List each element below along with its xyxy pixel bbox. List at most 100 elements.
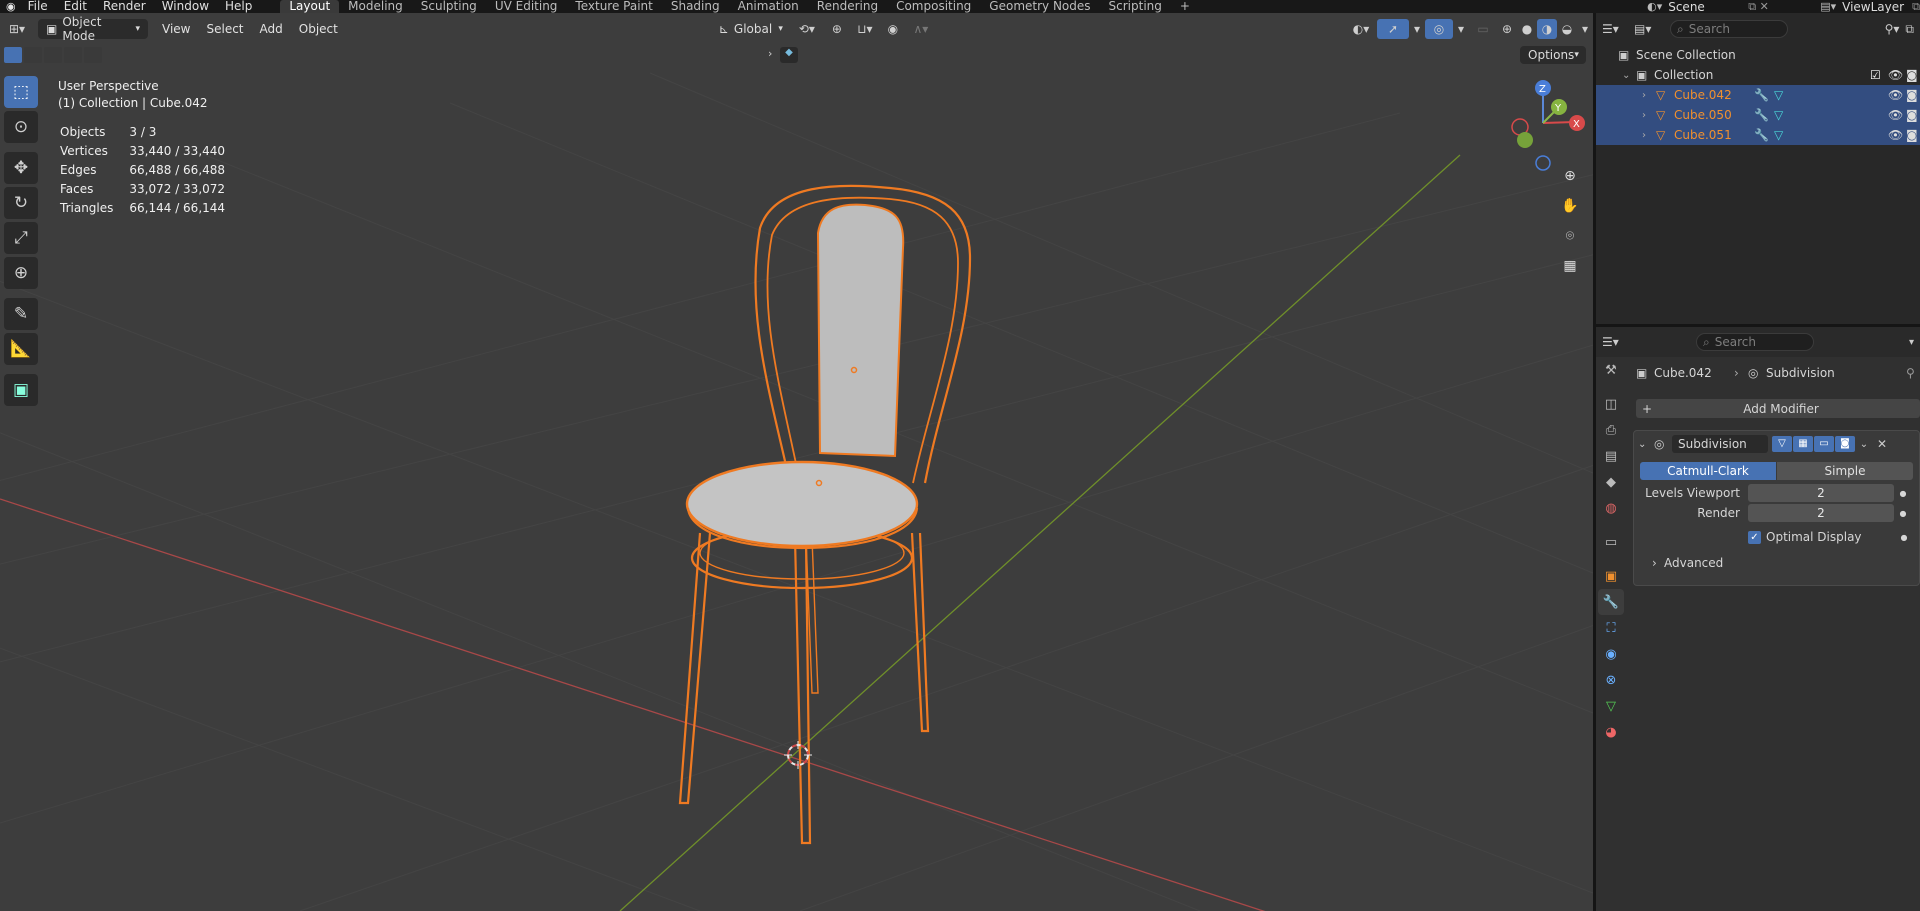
world-tab-icon[interactable]: ◍: [1598, 495, 1624, 521]
new-collection-icon[interactable]: ⧉: [1905, 22, 1914, 37]
eye-icon[interactable]: 👁: [1888, 68, 1906, 82]
measure-tool-icon[interactable]: 📐: [4, 333, 38, 365]
pan-hand-icon[interactable]: ✋: [1558, 194, 1582, 218]
filter-icon[interactable]: ⚲▾: [1885, 22, 1900, 36]
mesh-data-icon[interactable]: ▽: [1774, 88, 1888, 102]
rotate-tool-icon[interactable]: ↻: [4, 187, 38, 219]
viewport-toggle-icon[interactable]: ▭: [1814, 436, 1834, 452]
menu-file[interactable]: File: [20, 0, 56, 13]
move-tool-icon[interactable]: ✥: [4, 152, 38, 184]
visibility-icon[interactable]: ◐▾: [1345, 19, 1377, 39]
editor-type-icon[interactable]: ☰▾: [1602, 335, 1696, 349]
orientation-dropdown[interactable]: ⊾ Global ▾: [711, 19, 791, 39]
tab-scripting[interactable]: Scripting: [1100, 0, 1171, 13]
object-name[interactable]: Cube.042: [1674, 88, 1754, 102]
chevron-down-icon[interactable]: ⌄: [1855, 439, 1873, 450]
proportional-edit-icon[interactable]: ◉: [879, 19, 907, 39]
optimal-display-label[interactable]: Optimal Display: [1766, 530, 1895, 544]
chevron-right-icon[interactable]: ›: [1642, 110, 1656, 121]
select-new-icon[interactable]: [4, 47, 22, 63]
select-intersect-icon[interactable]: [84, 47, 102, 63]
collection-tab-icon[interactable]: ▭: [1598, 529, 1624, 555]
pivot-icon[interactable]: ⟲▾: [791, 19, 823, 39]
menu-render[interactable]: Render: [95, 0, 154, 13]
scene-icon[interactable]: ◐▾: [1647, 0, 1668, 13]
chevron-right-icon[interactable]: ›: [1642, 90, 1656, 101]
camera-icon[interactable]: ◙: [1906, 68, 1920, 82]
render-levels-field[interactable]: 2: [1748, 504, 1894, 522]
menu-select[interactable]: Select: [198, 22, 251, 36]
select-subtract-icon[interactable]: [44, 47, 62, 63]
edit-mode-toggle-icon[interactable]: ▽: [1772, 436, 1792, 452]
physics-tab-icon[interactable]: ◉: [1598, 641, 1624, 667]
view-layer-tab-icon[interactable]: ▤: [1598, 443, 1624, 469]
cursor-tool-icon[interactable]: ⊙: [4, 111, 38, 143]
collection-row[interactable]: ⌄ ▣ Collection ☑ 👁 ◙: [1596, 65, 1920, 85]
view-layer-icon[interactable]: ▤▾: [1820, 0, 1842, 13]
select-extend-icon[interactable]: [24, 47, 42, 63]
object-name[interactable]: Cube.050: [1674, 108, 1754, 122]
editor-type-icon[interactable]: ☰▾: [1602, 22, 1628, 36]
keyframe-dot-icon[interactable]: ●: [1894, 509, 1912, 518]
shading-menu-icon[interactable]: ▾: [1577, 19, 1593, 39]
render-toggle-icon[interactable]: ◙: [1835, 436, 1855, 452]
eye-icon[interactable]: 👁: [1888, 88, 1906, 102]
zoom-icon[interactable]: ⊕: [1558, 164, 1582, 188]
eye-icon[interactable]: 👁: [1888, 108, 1906, 122]
chevron-down-icon[interactable]: ⌄: [1638, 439, 1654, 450]
gizmo-toggle-icon[interactable]: ➚: [1377, 19, 1409, 39]
area-divider[interactable]: [1596, 324, 1920, 327]
wireframe-shading-icon[interactable]: ⊕: [1497, 19, 1517, 39]
add-cube-tool-icon[interactable]: ▣: [4, 374, 38, 406]
output-tab-icon[interactable]: ⎙: [1598, 417, 1624, 443]
scene-collection-row[interactable]: ▣ Scene Collection: [1596, 45, 1920, 65]
gizmo-menu-icon[interactable]: ▾: [1409, 19, 1425, 39]
tab-uv-editing[interactable]: UV Editing: [486, 0, 567, 13]
modifier-wrench-icon[interactable]: 🔧: [1754, 128, 1774, 142]
camera-icon[interactable]: ◙: [1906, 128, 1920, 142]
simple-option[interactable]: Simple: [1777, 462, 1913, 480]
pin-icon[interactable]: ⚲: [1906, 366, 1920, 380]
falloff-icon[interactable]: ∧▾: [907, 19, 935, 39]
modifier-wrench-icon[interactable]: 🔧: [1754, 88, 1774, 102]
add-workspace-icon[interactable]: +: [1171, 0, 1199, 13]
blender-logo-icon[interactable]: ◉: [0, 0, 20, 13]
catmull-clark-option[interactable]: Catmull-Clark: [1640, 462, 1776, 480]
rendered-shading-icon[interactable]: ◒: [1557, 19, 1577, 39]
camera-view-icon[interactable]: ⌾: [1558, 224, 1582, 248]
select-invert-icon[interactable]: [64, 47, 82, 63]
checkbox-icon[interactable]: ☑: [1870, 68, 1888, 82]
area-divider[interactable]: [1593, 13, 1596, 911]
xray-icon[interactable]: ▭: [1469, 19, 1497, 39]
outliner-object-row[interactable]: › ▽ Cube.050 🔧 ▽ 👁 ◙: [1596, 105, 1920, 125]
properties-search-input[interactable]: ⌕ Search: [1696, 333, 1814, 351]
options-dropdown[interactable]: Options ▾: [1520, 46, 1586, 64]
overlay-menu-icon[interactable]: ▾: [1453, 19, 1469, 39]
menu-edit[interactable]: Edit: [56, 0, 95, 13]
menu-object[interactable]: Object: [291, 22, 346, 36]
tab-layout[interactable]: Layout: [280, 0, 340, 13]
mesh-data-icon[interactable]: ▽: [1774, 108, 1888, 122]
sidebar-toggle-icon[interactable]: ›: [768, 47, 772, 60]
keyframe-dot-icon[interactable]: ●: [1894, 489, 1912, 498]
transform-tool-icon[interactable]: ⊕: [4, 257, 38, 289]
object-tab-icon[interactable]: ▣: [1598, 563, 1624, 589]
menu-add[interactable]: Add: [252, 22, 291, 36]
outliner-search-input[interactable]: ⌕ Search: [1670, 20, 1788, 38]
camera-icon[interactable]: ◙: [1906, 88, 1920, 102]
chevron-down-icon[interactable]: ▾: [1909, 337, 1914, 348]
outliner-object-row[interactable]: › ▽ Cube.051 🔧 ▽ 👁 ◙: [1596, 125, 1920, 145]
snap-target-icon[interactable]: ⊔▾: [851, 19, 879, 39]
mode-dropdown[interactable]: ▣ Object Mode ▾: [38, 15, 148, 43]
tab-texture-paint[interactable]: Texture Paint: [566, 0, 661, 13]
view-layer-actions-icon[interactable]: ⧉: [1912, 0, 1920, 14]
overlay-toggle-icon[interactable]: ◎: [1425, 19, 1453, 39]
tab-rendering[interactable]: Rendering: [808, 0, 887, 13]
outliner-object-row[interactable]: › ▽ Cube.042 🔧 ▽ 👁 ◙: [1596, 85, 1920, 105]
navigation-gizmo[interactable]: Z X Y: [1500, 78, 1590, 173]
snap-icon[interactable]: ⊕: [823, 19, 851, 39]
levels-viewport-field[interactable]: 2: [1748, 484, 1894, 502]
modifier-name-field[interactable]: Subdivision: [1672, 435, 1768, 453]
chevron-right-icon[interactable]: ›: [1642, 130, 1656, 141]
tab-shading[interactable]: Shading: [662, 0, 729, 13]
